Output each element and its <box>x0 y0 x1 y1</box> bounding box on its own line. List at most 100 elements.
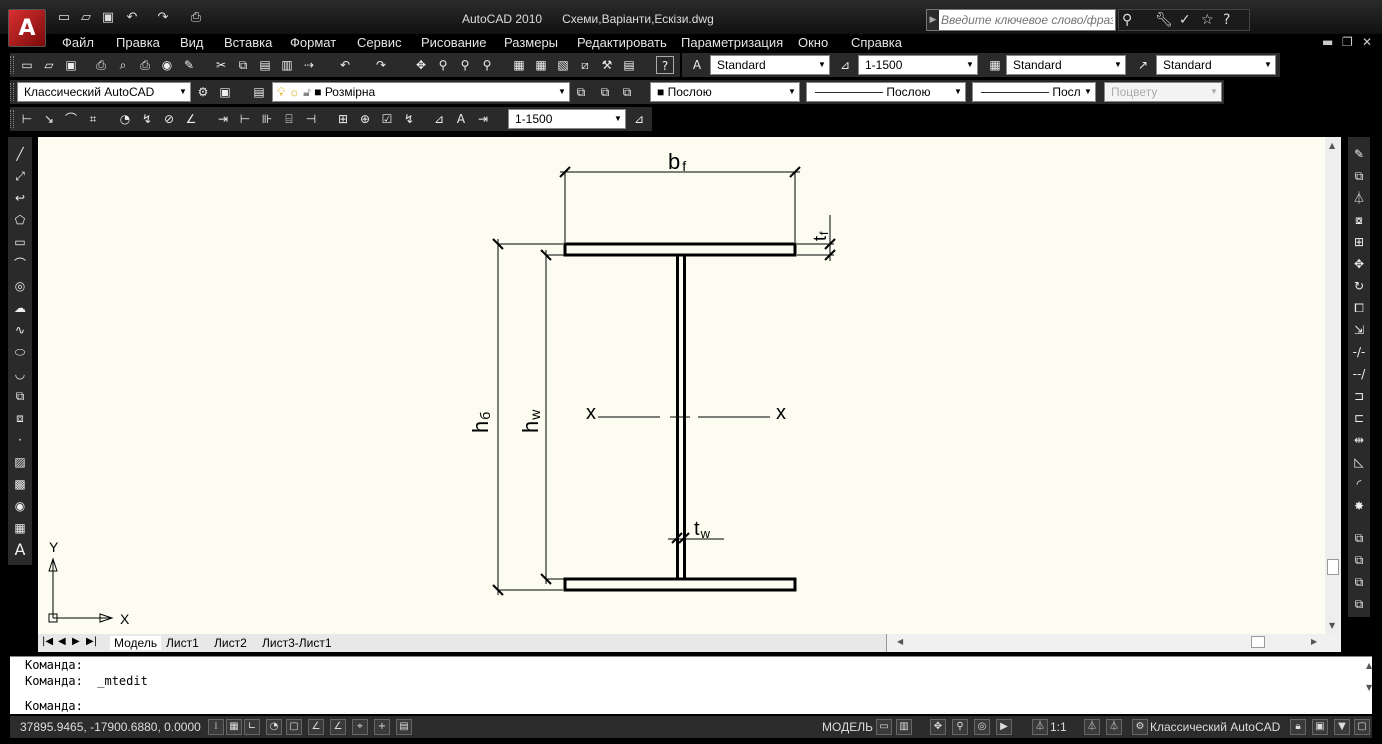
dim-update-icon[interactable]: ⇥ <box>474 110 492 128</box>
minimize-icon[interactable]: ▬ <box>1322 35 1333 49</box>
copy-object-icon[interactable]: ⧉ <box>1350 167 1368 185</box>
scroll-down-icon[interactable]: ▼ <box>1329 621 1335 630</box>
menu-tools[interactable]: Сервис <box>357 35 402 50</box>
scale-icon[interactable]: ⧠ <box>1350 299 1368 317</box>
insert-block-icon[interactable]: ⧉ <box>11 387 29 405</box>
gradient-icon[interactable]: ▩ <box>11 475 29 493</box>
redo-icon[interactable]: ↷ <box>155 10 171 26</box>
tolerance-icon[interactable]: ⊞ <box>334 110 352 128</box>
cmd-scroll-down-icon[interactable]: ▼ <box>1366 683 1372 692</box>
bring-above-icon[interactable]: ⧉ <box>1350 573 1368 591</box>
menu-window[interactable]: Окно <box>798 35 828 50</box>
menu-draw[interactable]: Рисование <box>421 35 486 50</box>
multileader-style-select[interactable]: Standard ▼ <box>1156 55 1276 75</box>
point-icon[interactable]: · <box>11 431 29 449</box>
pan-icon[interactable]: ✥ <box>412 56 430 74</box>
region-icon[interactable]: ◉ <box>11 497 29 515</box>
dim-style-select[interactable]: 1-1500 ▼ <box>858 55 978 75</box>
copy-icon[interactable]: ⧉ <box>234 56 252 74</box>
communication-center-icon[interactable]: ✓ <box>1179 12 1191 28</box>
snap-icon[interactable]: ⁞ <box>208 719 224 735</box>
dim-text-edit-icon[interactable]: A <box>452 110 470 128</box>
jogged-linear-icon[interactable]: ↯ <box>400 110 418 128</box>
chamfer-icon[interactable]: ◺ <box>1350 453 1368 471</box>
grid-icon[interactable]: ▦ <box>226 719 242 735</box>
search-input[interactable] <box>941 11 1113 29</box>
status-tray-icon[interactable]: ▣ <box>1312 719 1328 735</box>
zoom-previous-icon[interactable]: ⚲ <box>478 56 496 74</box>
jogged-dim-icon[interactable]: ↯ <box>138 110 156 128</box>
horizontal-scrollbar[interactable]: ◀ ▶ <box>886 634 1341 652</box>
menu-modify[interactable]: Редактировать <box>577 35 667 50</box>
rectangle-icon[interactable]: ▭ <box>11 233 29 251</box>
tab-sheet1[interactable]: Лист1 <box>166 636 199 650</box>
radius-dim-icon[interactable]: ◔ <box>116 110 134 128</box>
clean-screen-icon[interactable]: ▢ <box>1354 719 1370 735</box>
3d-dwf-icon[interactable]: ◉ <box>158 56 176 74</box>
menu-format[interactable]: Формат <box>290 35 336 50</box>
help-icon[interactable]: ? <box>656 56 674 74</box>
tab-sheet2[interactable]: Лист2 <box>214 636 247 650</box>
vertical-scrollbar[interactable]: ▲ ▼ <box>1325 137 1341 634</box>
binoculars-icon[interactable]: ⚲ <box>1122 12 1132 28</box>
block-editor-icon[interactable]: ⇢ <box>300 56 318 74</box>
draw-order-front-icon[interactable]: ⧉ <box>1350 529 1368 547</box>
explode-icon[interactable]: ✸ <box>1350 497 1368 515</box>
plot-preview-icon[interactable]: ⌕ <box>114 56 132 74</box>
extend-icon[interactable]: --/ <box>1350 365 1368 383</box>
status-menu-icon[interactable]: ▼ <box>1334 719 1350 735</box>
inspection-icon[interactable]: ☑ <box>378 110 396 128</box>
workspace-select[interactable]: Классический AutoCAD ▼ <box>17 82 191 102</box>
menu-file[interactable]: Файл <box>62 35 94 50</box>
break-at-point-icon[interactable]: ⊐ <box>1350 387 1368 405</box>
open-file-icon[interactable]: ▱ <box>78 10 94 26</box>
annotation-scale-icon[interactable]: ⏃ <box>1032 719 1048 735</box>
linear-dim-icon[interactable]: ⊢ <box>18 110 36 128</box>
scroll-thumb[interactable] <box>1327 559 1339 575</box>
workspace-status-label[interactable]: Классический AutoCAD <box>1150 720 1280 734</box>
design-center-icon[interactable]: ▦ <box>532 56 550 74</box>
fillet-icon[interactable]: ◜ <box>1350 475 1368 493</box>
open-icon[interactable]: ▱ <box>40 56 58 74</box>
markup-icon[interactable]: ⚒ <box>598 56 616 74</box>
zoom-status-icon[interactable]: ⚲ <box>952 719 968 735</box>
scroll-up-icon[interactable]: ▲ <box>1329 141 1335 150</box>
table-icon[interactable]: ▦ <box>11 519 29 537</box>
restore-icon[interactable]: ❐ <box>1342 35 1353 49</box>
annotation-visibility-icon[interactable]: ⏃ <box>1084 719 1100 735</box>
quickcalc-icon[interactable]: ▤ <box>620 56 638 74</box>
help-icon[interactable]: ? <box>1223 12 1230 28</box>
polyline-icon[interactable]: ↩ <box>11 189 29 207</box>
ellipse-icon[interactable]: ⬭ <box>11 343 29 361</box>
continue-dim-icon[interactable]: ⊪ <box>258 110 276 128</box>
draw-order-back-icon[interactable]: ⧉ <box>1350 551 1368 569</box>
baseline-dim-icon[interactable]: ⊢ <box>236 110 254 128</box>
cut-icon[interactable]: ✂ <box>212 56 230 74</box>
offset-icon[interactable]: ⧇ <box>1350 211 1368 229</box>
join-icon[interactable]: ⇹ <box>1350 431 1368 449</box>
paste-icon[interactable]: ▤ <box>256 56 274 74</box>
match-properties-icon[interactable]: ▥ <box>278 56 296 74</box>
zoom-realtime-icon[interactable]: ⚲ <box>434 56 452 74</box>
bottom-flange[interactable] <box>563 577 797 592</box>
hscroll-thumb[interactable] <box>1251 636 1265 648</box>
dim-bf[interactable] <box>559 166 801 242</box>
circle-icon[interactable]: ◎ <box>11 277 29 295</box>
table-style-select[interactable]: Standard ▼ <box>1006 55 1126 75</box>
layout-view-icon[interactable]: ▭ <box>876 719 892 735</box>
toolbar-grip[interactable] <box>10 56 14 74</box>
lineweight-toggle-icon[interactable]: ▤ <box>396 719 412 735</box>
polygon-icon[interactable]: ⬠ <box>11 211 29 229</box>
expand-arrow-icon[interactable]: ▶ <box>927 10 939 30</box>
scroll-left-icon[interactable]: ◀ <box>897 637 903 646</box>
cmd-scroll-up-icon[interactable]: ▲ <box>1366 661 1372 670</box>
erase-icon[interactable]: ✎ <box>1350 145 1368 163</box>
menu-dimension[interactable]: Размеры <box>504 35 558 50</box>
linetype-select[interactable]: ──────── Послою ▼ <box>806 82 966 102</box>
text-style-select[interactable]: Standard ▼ <box>710 55 830 75</box>
print-icon[interactable]: ⎙ <box>188 10 204 26</box>
tab-model[interactable]: Модель <box>110 636 162 650</box>
toolbar-grip[interactable] <box>10 83 14 101</box>
menu-insert[interactable]: Вставка <box>224 35 272 50</box>
rotate-icon[interactable]: ↻ <box>1350 277 1368 295</box>
